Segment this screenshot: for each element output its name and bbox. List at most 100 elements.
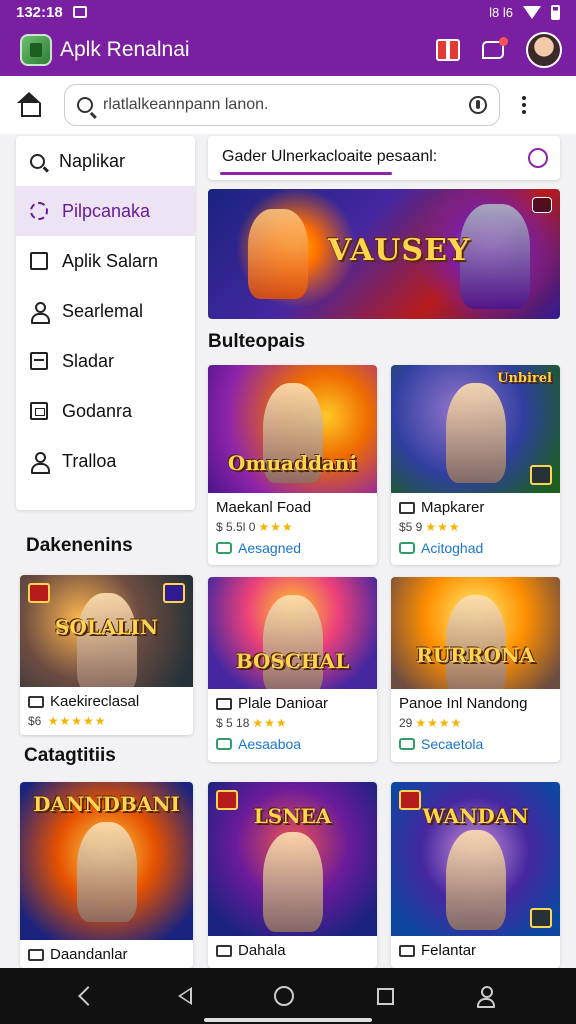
sidebar-item-sladar[interactable]: Sladar bbox=[16, 336, 195, 386]
status-icon bbox=[399, 542, 415, 554]
gift-icon[interactable] bbox=[436, 39, 460, 61]
app-card[interactable]: RURRONA Panoe Inl Nandong 29 ★★★★ Secaeto… bbox=[391, 577, 560, 762]
status-right-text: l8 l6 bbox=[489, 4, 513, 20]
card-name: Kaekireclasal bbox=[28, 693, 185, 710]
back-chevron-icon[interactable] bbox=[78, 986, 99, 1006]
calendar-icon bbox=[30, 402, 48, 420]
microphone-icon[interactable] bbox=[469, 96, 487, 114]
sidebar-item-label: Searlemal bbox=[62, 300, 144, 321]
app-card[interactable]: DANNDBANI Daandanlar bbox=[20, 782, 193, 968]
sidebar-item-label: Naplikar bbox=[59, 150, 126, 171]
rating-stars: ★★★ bbox=[252, 716, 288, 730]
card-artwork: Omuaddani bbox=[208, 365, 377, 493]
sidebar-item-label: Tralloa bbox=[62, 450, 117, 471]
app-card[interactable]: BOSCHAL Plale Danioar $ 5 18 ★★★ Aesaaboa bbox=[208, 577, 377, 762]
home-icon[interactable] bbox=[16, 92, 42, 118]
status-icon bbox=[216, 542, 232, 554]
card-status: Secaetola bbox=[399, 736, 552, 752]
app-title: Aplk Renalnai bbox=[60, 38, 190, 61]
app-card[interactable]: LSNEA Dahala bbox=[208, 782, 377, 968]
home-indicator[interactable] bbox=[204, 1018, 372, 1022]
status-icon bbox=[399, 738, 415, 750]
card-meta: 29 ★★★★ bbox=[399, 716, 463, 730]
card-name: Felantar bbox=[399, 942, 552, 959]
app-card[interactable]: WANDAN Felantar bbox=[391, 782, 560, 968]
hero-figure bbox=[248, 209, 308, 299]
search-row bbox=[0, 76, 576, 134]
card-art-title: Omuaddani bbox=[227, 451, 358, 475]
sidebar-item-pilpcanaka[interactable]: Pilpcanaka bbox=[16, 186, 195, 236]
card-artwork: WANDAN bbox=[391, 782, 560, 936]
person-icon bbox=[30, 302, 50, 324]
tag-icon bbox=[216, 697, 232, 710]
featured-banner[interactable]: VAUSEY bbox=[208, 189, 560, 319]
tag-icon bbox=[399, 944, 415, 957]
status-icon bbox=[216, 738, 232, 750]
home-circle-icon[interactable] bbox=[274, 986, 295, 1006]
tag-icon bbox=[28, 695, 44, 708]
card-name: Mapkarer bbox=[399, 499, 552, 516]
expand-icon[interactable] bbox=[532, 197, 552, 213]
notice-text: Gader Ulnerkacloaite pesaanl: bbox=[222, 148, 438, 165]
battery-icon bbox=[551, 4, 560, 20]
app-badge-icon bbox=[530, 465, 552, 485]
banner-title: VAUSEY bbox=[328, 233, 471, 268]
sidebar-item-tralloa[interactable]: Tralloa bbox=[16, 436, 195, 486]
ring-icon[interactable] bbox=[528, 148, 548, 168]
avatar[interactable] bbox=[526, 32, 562, 68]
section-title: Catagtitiis bbox=[24, 745, 116, 766]
sidebar-item-aplik-salarn[interactable]: Aplik Salarn bbox=[16, 236, 195, 286]
section-title: Bulteopais bbox=[208, 331, 306, 352]
wifi-icon bbox=[523, 5, 541, 19]
card-status: Aesaaboa bbox=[216, 736, 369, 752]
card-name: Plale Danioar bbox=[216, 695, 369, 712]
sidebar-item-label: Sladar bbox=[62, 350, 115, 371]
app-badge-icon bbox=[28, 583, 50, 603]
section-title: Dakenenins bbox=[26, 535, 133, 556]
app-bar: Aplk Renalnai bbox=[0, 24, 576, 76]
app-logo-icon bbox=[20, 34, 52, 66]
gear-icon bbox=[30, 202, 48, 220]
status-bar: 132:18 l8 l6 bbox=[0, 0, 576, 24]
search-input[interactable] bbox=[103, 96, 469, 114]
card-artwork: LSNEA bbox=[208, 782, 377, 936]
rating-stars: ★★★★★ bbox=[47, 714, 107, 728]
share-icon bbox=[163, 583, 185, 603]
villain-figure bbox=[460, 204, 530, 309]
sidebar-item-label: Godanra bbox=[62, 400, 133, 421]
sidebar: Naplikar Pilpcanaka Aplik Salarn Searlem… bbox=[16, 136, 195, 510]
sidebar-item-godanra[interactable]: Godanra bbox=[16, 386, 195, 436]
card-name: Daandanlar bbox=[28, 946, 185, 963]
card-artwork: SOLALIN bbox=[20, 575, 193, 687]
person-icon bbox=[30, 452, 50, 474]
card-artwork: RURRONA bbox=[391, 577, 560, 689]
search-icon bbox=[77, 97, 93, 113]
card-art-title: LSNEA bbox=[253, 804, 332, 828]
card-art-title: Unbirel bbox=[497, 371, 552, 386]
card-artwork: DANNDBANI bbox=[20, 782, 193, 940]
card-art-title: RURRONA bbox=[416, 643, 535, 667]
sidebar-item-naplikar[interactable]: Naplikar bbox=[16, 136, 195, 186]
card-status: Acitoghad bbox=[399, 540, 552, 556]
more-options-icon[interactable] bbox=[522, 96, 526, 114]
rating-stars: ★★★ bbox=[258, 520, 294, 534]
card-meta: $ 5 18 ★★★ bbox=[216, 716, 288, 730]
box-icon bbox=[30, 352, 48, 370]
back-icon[interactable] bbox=[177, 987, 192, 1005]
notice-banner[interactable]: Gader Ulnerkacloaite pesaanl: bbox=[208, 136, 560, 180]
app-card[interactable]: SOLALIN Kaekireclasal $6 ★★★★★ bbox=[20, 575, 193, 735]
profile-icon[interactable] bbox=[476, 986, 495, 1008]
app-card[interactable]: Unbirel Mapkarer $5 9 ★★★ Acitoghad bbox=[391, 365, 560, 565]
recents-icon[interactable] bbox=[377, 987, 395, 1005]
status-icons: l8 l6 bbox=[489, 4, 560, 20]
search-bar[interactable] bbox=[64, 84, 500, 126]
card-name: Dahala bbox=[216, 942, 369, 959]
card-meta: $ 5.5l 0 ★★★ bbox=[216, 520, 294, 534]
card-art-title: DANNDBANI bbox=[33, 792, 180, 816]
card-art-title: WANDAN bbox=[422, 804, 529, 828]
app-card[interactable]: Omuaddani Maekanl Foad $ 5.5l 0 ★★★ Aesag… bbox=[208, 365, 377, 565]
tag-icon bbox=[28, 948, 44, 961]
card-art-title: BOSCHAL bbox=[235, 649, 350, 673]
sidebar-item-searlemal[interactable]: Searlemal bbox=[16, 286, 195, 336]
chat-notification-icon[interactable] bbox=[482, 37, 508, 59]
